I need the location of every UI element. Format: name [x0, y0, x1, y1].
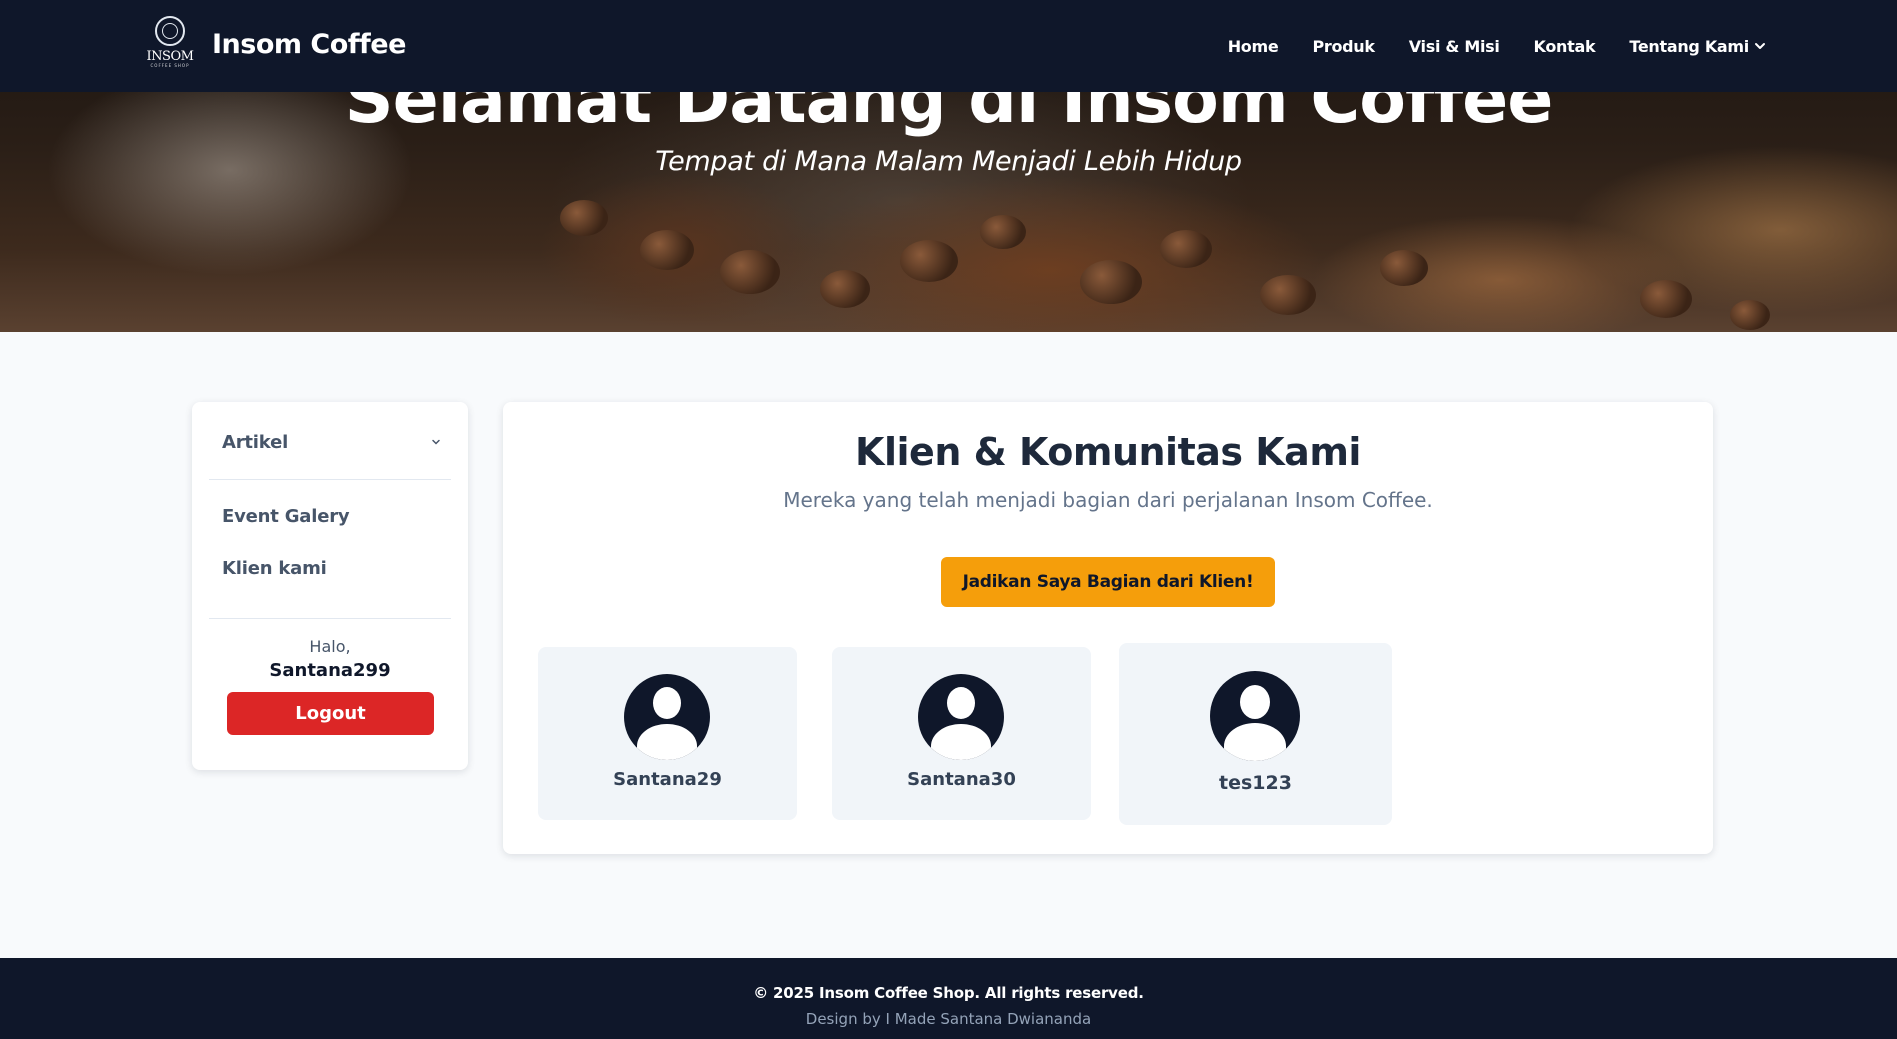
client-name: tes123 — [1219, 772, 1292, 794]
section-title: Klien & Komunitas Kami — [855, 430, 1361, 474]
coffee-bean-image — [1380, 250, 1428, 286]
nav-link-tentang-kami[interactable]: Tentang Kami — [1629, 37, 1767, 56]
logout-button[interactable]: Logout — [227, 692, 434, 735]
username: Santana299 — [269, 660, 391, 681]
coffee-bean-image — [560, 200, 608, 236]
coffee-bean-image — [640, 230, 694, 270]
hero-subtitle: Tempat di Mana Malam Menjadi Lebih Hidup — [655, 146, 1242, 177]
coffee-bean-image — [820, 270, 870, 308]
nav-link-tentang-kami-label: Tentang Kami — [1629, 36, 1749, 56]
insom-logo: INSOM COFFEE SHOP — [146, 16, 194, 72]
nav-link-kontak[interactable]: Kontak — [1534, 37, 1596, 56]
clients-card: Klien & Komunitas Kami Mereka yang telah… — [503, 402, 1713, 854]
nav-link-produk[interactable]: Produk — [1312, 37, 1375, 56]
sidebar-divider — [209, 479, 451, 480]
logo-emblem-icon — [155, 16, 185, 46]
copyright-text: © 2025 Insom Coffee Shop. All rights res… — [753, 984, 1144, 1002]
coffee-bean-image — [1730, 300, 1770, 330]
coffee-bean-image — [1160, 230, 1212, 268]
client-card: tes123 — [1119, 643, 1392, 825]
client-name: Santana30 — [907, 769, 1016, 790]
sidebar-item-klien-kami[interactable]: Klien kami — [222, 558, 327, 579]
top-navbar: INSOM COFFEE SHOP Insom Coffee Home Prod… — [0, 0, 1897, 92]
brand-name: Insom Coffee — [212, 28, 406, 60]
client-name: Santana29 — [613, 769, 722, 790]
footer: © 2025 Insom Coffee Shop. All rights res… — [0, 958, 1897, 1039]
user-avatar-icon — [624, 674, 710, 760]
design-credit: Design by I Made Santana Dwiananda — [805, 1010, 1092, 1028]
client-card: Santana29 — [538, 647, 797, 820]
greeting-text: Halo, — [309, 637, 351, 656]
coffee-bean-image — [1640, 280, 1692, 318]
user-avatar-icon — [918, 674, 1004, 760]
logo-text: INSOM — [146, 49, 194, 64]
sidebar-divider — [209, 618, 451, 619]
join-client-button[interactable]: Jadikan Saya Bagian dari Klien! — [941, 557, 1275, 607]
nav-link-visi-misi[interactable]: Visi & Misi — [1409, 37, 1500, 56]
sidebar-dropdown-label: Artikel — [222, 431, 289, 453]
brand[interactable]: INSOM COFFEE SHOP Insom Coffee — [146, 16, 406, 72]
sidebar-item-event-galery[interactable]: Event Galery — [222, 506, 350, 527]
coffee-bean-image — [720, 250, 780, 294]
user-avatar-icon — [1210, 671, 1300, 761]
chevron-down-icon — [1755, 43, 1765, 49]
chevron-down-icon — [432, 439, 440, 445]
coffee-bean-image — [900, 240, 958, 282]
logo-subtext: COFFEE SHOP — [150, 63, 190, 68]
section-subtitle: Mereka yang telah menjadi bagian dari pe… — [783, 488, 1433, 512]
nav-link-home[interactable]: Home — [1228, 37, 1279, 56]
sidebar-dropdown-artikel[interactable]: Artikel — [222, 428, 442, 456]
sidebar: Artikel Event Galery Klien kami Halo, Sa… — [192, 402, 468, 770]
coffee-bean-image — [1080, 260, 1142, 304]
coffee-bean-image — [1260, 275, 1316, 315]
coffee-bean-image — [980, 215, 1026, 249]
client-card: Santana30 — [832, 647, 1091, 820]
nav-menu: Home Produk Visi & Misi Kontak Tentang K… — [1228, 0, 1767, 92]
